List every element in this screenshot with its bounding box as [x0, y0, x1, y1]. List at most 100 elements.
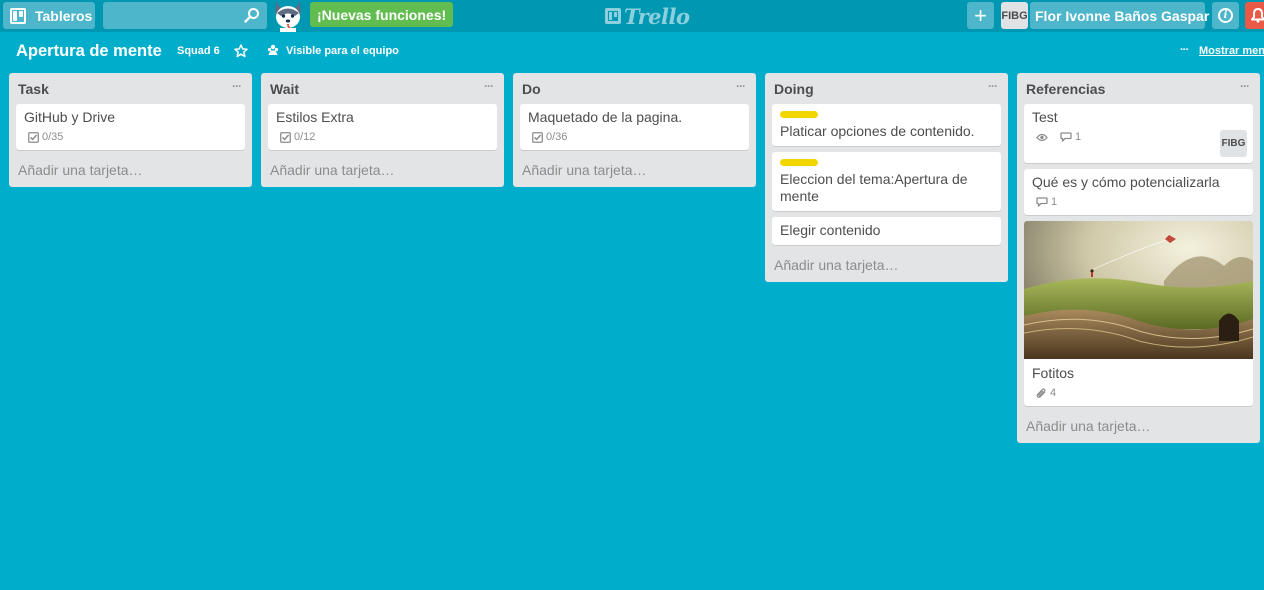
card-title: Fotitos [1032, 365, 1075, 381]
new-features-button[interactable]: ¡Nuevas funciones! [310, 2, 454, 27]
landscape-book-image [1024, 221, 1253, 359]
card[interactable]: Fotitos 4 [1024, 221, 1253, 406]
paperclip-icon [1036, 387, 1046, 398]
add-card-link[interactable]: Añadir una tarjeta… [772, 251, 1001, 275]
list-menu-icon[interactable]: ··· [988, 79, 1001, 93]
menu-dots-icon[interactable]: ··· [1180, 44, 1189, 56]
add-button[interactable]: + [967, 2, 994, 29]
attachments-count: 4 [1050, 387, 1057, 399]
trello-logo-text: Trello [624, 3, 690, 29]
comments-badge: 1 [1060, 131, 1081, 143]
notifications-button[interactable] [1245, 2, 1264, 29]
list-do: Do ··· Maquetado de la pagina. 0/36 Añad… [513, 73, 756, 187]
comment-icon [1036, 197, 1048, 207]
search-icon[interactable] [244, 7, 260, 23]
card-title: Maquetado de la pagina. [528, 109, 683, 125]
card-label-yellow[interactable] [780, 111, 818, 118]
card-badges: 1 [1036, 130, 1245, 144]
top-header: Tableros ¡Nuevas funciones! Trello + FIB… [0, 0, 1264, 32]
member-avatar[interactable]: FIBG [1001, 2, 1028, 29]
checklist-badge: 0/36 [532, 131, 567, 143]
list-header: Wait ··· [268, 73, 497, 104]
card[interactable]: Platicar opciones de contenido. [772, 104, 1001, 146]
checklist-icon [280, 131, 291, 143]
list-menu-icon[interactable]: ··· [484, 79, 497, 93]
card-badges: 0/35 [28, 130, 237, 144]
trello-logo[interactable]: Trello [605, 3, 690, 29]
list-wait: Wait ··· Estilos Extra 0/12 Añadir una t… [261, 73, 504, 187]
card-title: Estilos Extra [276, 109, 354, 125]
list-header: Task ··· [16, 73, 245, 104]
list-header: Referencias ··· [1024, 73, 1253, 104]
list-title[interactable]: Task [18, 81, 49, 97]
comment-icon [1060, 132, 1072, 142]
checklist-count: 0/35 [42, 131, 64, 143]
comments-badge: 1 [1036, 196, 1057, 208]
list-title[interactable]: Do [522, 81, 541, 97]
card[interactable]: Qué es y cómo potencializarla 1 [1024, 169, 1253, 215]
card-title: Eleccion del tema:Apertura de mente [780, 171, 968, 204]
list-referencias: Referencias ··· Test 1 FIBG Qué es y cóm… [1017, 73, 1260, 443]
card-title: GitHub y Drive [24, 109, 116, 125]
add-card-link[interactable]: Añadir una tarjeta… [1024, 412, 1253, 436]
list-title[interactable]: Doing [774, 81, 814, 97]
list-doing: Doing ··· Platicar opciones de contenido… [765, 73, 1008, 282]
bell-icon [1251, 8, 1264, 23]
add-card-link[interactable]: Añadir una tarjeta… [520, 156, 749, 180]
board-visibility[interactable]: Visible para el equipo [286, 45, 399, 57]
card[interactable]: Estilos Extra 0/12 [268, 104, 497, 150]
card[interactable]: Maquetado de la pagina. 0/36 [520, 104, 749, 150]
list-menu-icon[interactable]: ··· [232, 79, 245, 93]
show-menu-link[interactable]: Mostrar menú [1199, 45, 1264, 57]
trello-logo-icon [605, 8, 621, 24]
card[interactable]: GitHub y Drive 0/35 [16, 104, 245, 150]
list-menu-icon[interactable]: ··· [1240, 79, 1253, 93]
card-label-yellow[interactable] [780, 159, 818, 166]
checklist-badge: 0/12 [280, 131, 315, 143]
search-box [103, 2, 267, 29]
checklist-badge: 0/35 [28, 131, 63, 143]
checklist-icon [28, 131, 39, 143]
team-visibility-icon [267, 44, 279, 55]
list-title[interactable]: Wait [270, 81, 299, 97]
watching-badge [1036, 133, 1048, 142]
card-badges: 1 [1036, 195, 1245, 209]
list-title[interactable]: Referencias [1026, 81, 1105, 97]
team-name[interactable]: Squad 6 [177, 45, 220, 57]
card-title: Platicar opciones de contenido. [780, 123, 975, 139]
search-input[interactable] [103, 2, 238, 29]
comments-count: 1 [1051, 196, 1058, 208]
list-header: Doing ··· [772, 73, 1001, 104]
card[interactable]: Test 1 FIBG [1024, 104, 1253, 163]
card-member-avatar[interactable]: FIBG [1220, 130, 1247, 157]
info-button[interactable]: i [1212, 2, 1239, 29]
card-badges: 0/12 [280, 130, 489, 144]
add-card-link[interactable]: Añadir una tarjeta… [268, 156, 497, 180]
checklist-count: 0/12 [294, 131, 316, 143]
info-icon: i [1218, 8, 1233, 23]
husky-mascot-icon[interactable] [271, 0, 305, 32]
list-header: Do ··· [520, 73, 749, 104]
comments-count: 1 [1075, 131, 1082, 143]
card-title: Qué es y cómo potencializarla [1032, 174, 1220, 190]
checklist-count: 0/36 [546, 131, 568, 143]
list-task: Task ··· GitHub y Drive 0/35 Añadir una … [9, 73, 252, 187]
boards-label: Tableros [35, 7, 93, 24]
card-badges: 4 [1036, 386, 1245, 400]
board-title[interactable]: Apertura de mente [16, 42, 162, 61]
add-card-link[interactable]: Añadir una tarjeta… [16, 156, 245, 180]
attachments-badge: 4 [1036, 387, 1056, 399]
user-name-button[interactable]: Flor Ivonne Baños Gaspar [1030, 2, 1209, 29]
card[interactable]: Eleccion del tema:Apertura de mente [772, 152, 1001, 211]
boards-button[interactable]: Tableros [3, 2, 95, 29]
star-icon[interactable] [234, 44, 248, 58]
card-cover-image [1024, 221, 1253, 359]
boards-icon [10, 7, 26, 24]
card-badges: 0/36 [532, 130, 741, 144]
card-title: Elegir contenido [780, 222, 881, 238]
checklist-icon [532, 131, 543, 143]
card-title: Test [1032, 109, 1058, 125]
list-menu-icon[interactable]: ··· [736, 79, 749, 93]
card[interactable]: Elegir contenido [772, 217, 1001, 245]
eye-icon [1036, 133, 1048, 141]
